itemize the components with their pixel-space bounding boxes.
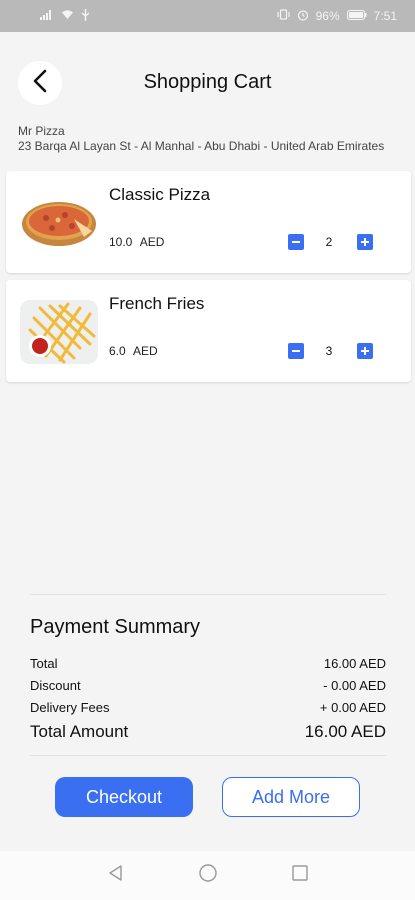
checkout-button[interactable]: Checkout <box>55 777 193 817</box>
nav-home-icon <box>198 863 218 888</box>
summary-value: - 0.00 AED <box>323 678 386 693</box>
plus-icon <box>360 344 370 358</box>
battery-percent: 96% <box>315 9 340 23</box>
status-bar: 96% 7:51 <box>0 0 415 32</box>
summary-label: Discount <box>30 678 81 693</box>
summary-top-divider <box>30 594 386 595</box>
status-right: 96% 7:51 <box>277 9 397 24</box>
summary-value: + 0.00 AED <box>319 700 386 715</box>
price-currency: AED <box>139 235 165 249</box>
item-name: Classic Pizza <box>109 185 211 204</box>
summary-row-total-amount: Total Amount 16.00 AED <box>30 722 386 742</box>
decrease-quantity-button[interactable] <box>288 343 304 359</box>
cart-item: Classic Pizza 10.0 AED 2 <box>6 171 411 273</box>
quantity-value: 3 <box>325 344 333 358</box>
summary-row-delivery-fees: Delivery Fees + 0.00 AED <box>30 700 386 715</box>
status-left <box>40 8 90 24</box>
system-nav-bar <box>0 851 415 900</box>
header: Shopping Cart <box>0 58 415 108</box>
wifi-icon <box>61 9 74 23</box>
vibrate-icon <box>277 9 290 23</box>
nav-recents-icon <box>291 864 309 887</box>
item-price: 10.0 AED <box>109 235 164 249</box>
clock: 7:51 <box>373 9 397 23</box>
summary-row-total: Total 16.00 AED <box>30 656 386 671</box>
plus-icon <box>360 235 370 249</box>
summary-title: Payment Summary <box>30 616 201 638</box>
item-name: French Fries <box>109 294 205 313</box>
cart-item: French Fries 6.0 AED 3 <box>6 280 411 382</box>
price-value: 10.0 <box>109 235 133 249</box>
total-amount-value: 16.00 AED <box>304 722 386 741</box>
restaurant-name: Mr Pizza <box>18 124 65 138</box>
decrease-quantity-button[interactable] <box>288 234 304 250</box>
minus-icon <box>291 235 301 249</box>
usb-icon <box>81 8 90 24</box>
summary-label: Delivery Fees <box>30 700 110 715</box>
alarm-icon <box>297 9 309 24</box>
quantity-value: 2 <box>325 235 333 249</box>
battery-icon <box>346 9 367 23</box>
page-title: Shopping Cart <box>143 71 272 93</box>
signal-icon <box>40 9 54 23</box>
nav-recents-button[interactable] <box>289 865 311 887</box>
item-price: 6.0 AED <box>109 344 158 358</box>
nav-back-icon <box>107 864 125 887</box>
summary-bottom-divider <box>30 755 386 756</box>
price-currency: AED <box>133 344 158 358</box>
total-amount-label: Total Amount <box>30 722 129 741</box>
summary-value: 16.00 AED <box>323 656 386 671</box>
price-value: 6.0 <box>109 344 126 358</box>
increase-quantity-button[interactable] <box>357 234 373 250</box>
restaurant-address: 23 Barqa Al Layan St - Al Manhal - Abu D… <box>18 139 385 153</box>
summary-row-discount: Discount - 0.00 AED <box>30 678 386 693</box>
increase-quantity-button[interactable] <box>357 343 373 359</box>
restaurant-info: Mr Pizza 23 Barqa Al Layan St - Al Manha… <box>18 124 402 154</box>
add-more-button[interactable]: Add More <box>222 777 360 817</box>
minus-icon <box>291 344 301 358</box>
nav-home-button[interactable] <box>197 863 219 888</box>
fries-image <box>20 300 98 364</box>
pizza-image <box>20 191 98 255</box>
summary-label: Total <box>30 656 58 671</box>
nav-back-button[interactable] <box>105 865 127 887</box>
